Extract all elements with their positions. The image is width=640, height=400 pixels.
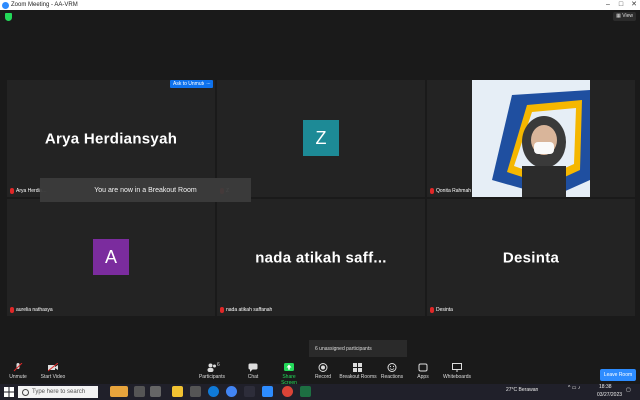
apps-icon [418,363,428,372]
record-icon [318,363,328,372]
mic-muted-icon [430,307,434,313]
tray-icons[interactable]: ^ ▭ ♪ [568,385,582,394]
chat-button[interactable]: Chat [244,363,262,380]
task-view-icon[interactable] [134,386,145,397]
participant-nametag: Desinta [430,307,453,313]
participant-tile-aurelia[interactable]: A aurelia nathasya [6,198,216,317]
participant-display-name: Desinta [502,249,560,266]
zoom-logo-icon [2,1,9,9]
meeting-toolbar: Unmute Start Video Participants 6 Chat S… [0,362,640,386]
unassigned-participants-popup[interactable]: 6 unassigned participants [309,340,407,357]
taskbar-search-box[interactable]: Type here to search [18,386,98,398]
maximize-icon[interactable]: □ [615,0,627,10]
mic-muted-icon [13,363,23,372]
share-screen-icon [284,363,294,371]
start-video-button[interactable]: Start Video [40,363,66,380]
minimize-icon[interactable]: – [602,0,614,10]
widget-icon[interactable] [110,386,128,397]
ask-to-unmute-button[interactable]: Ask to Unmute [170,80,209,88]
breakout-rooms-icon [353,363,362,372]
clock-time[interactable]: 18:38 [599,384,612,390]
notification-icon[interactable]: ▢ [626,387,631,393]
breakout-room-banner: You are now in a Breakout Room [40,178,251,202]
mic-muted-icon [10,188,14,194]
breakout-rooms-button[interactable]: Breakout Rooms [339,363,377,380]
app-icon[interactable] [150,386,161,397]
participants-icon [207,363,216,372]
participants-button[interactable]: Participants [198,363,226,380]
participant-nametag: Qonita Rahmah [430,188,471,194]
mic-muted-icon [10,307,14,313]
view-button[interactable]: ▦ View [613,12,636,21]
record-button[interactable]: Record [312,363,334,380]
zoom-app-icon[interactable] [262,386,273,397]
mail-icon[interactable] [190,386,201,397]
participant-tile-qonita[interactable]: Qonita Rahmah [426,79,636,198]
clock-date[interactable]: 03/27/2023 [597,392,622,398]
more-options-button[interactable]: ... [204,80,213,88]
app-icon[interactable] [244,386,255,397]
chrome-profile-icon[interactable] [282,386,293,397]
participant-nametag: nada atikah saffanah [220,307,272,313]
video-off-icon [48,363,58,372]
participant-display-name: nada atikah saff... [255,249,387,266]
window-titlebar: Zoom Meeting - AA-VRM – □ ✕ [0,0,640,10]
security-shield-icon[interactable] [5,13,12,21]
edge-icon[interactable] [208,386,219,397]
file-explorer-icon[interactable] [172,386,183,397]
mic-muted-icon [430,188,434,194]
window-title: Zoom Meeting - AA-VRM [11,2,78,8]
participants-count: 6 [217,362,220,368]
participant-display-name: Arya Herdiansyah [44,130,178,147]
unmute-button[interactable]: Unmute [8,363,28,380]
participant-tile-desinta[interactable]: Desinta Desinta [426,198,636,317]
participant-nametag: aurelia nathasya [10,307,53,313]
participant-tile-nada[interactable]: nada atikah saff... nada atikah saffanah [216,198,426,317]
whiteboard-icon [452,363,462,372]
mic-muted-icon [220,307,224,313]
chrome-icon[interactable] [226,386,237,397]
excel-icon[interactable] [300,386,311,397]
participant-video-feed [472,80,590,197]
participant-avatar: Z [303,120,339,156]
whiteboards-button[interactable]: Whiteboards [441,363,473,380]
share-screen-button[interactable]: Share Screen [274,363,304,386]
chat-icon [248,363,258,372]
leave-room-button[interactable]: Leave Room [600,369,636,381]
search-icon [22,389,29,396]
close-icon[interactable]: ✕ [628,0,640,10]
smiley-icon [387,363,397,372]
apps-button[interactable]: Apps [415,363,431,380]
reactions-button[interactable]: Reactions [380,363,404,380]
windows-taskbar: Type here to search 27°C Berawan ^ ▭ ♪ 1… [0,384,640,400]
meeting-topbar: ▦ View [0,10,640,24]
windows-start-icon[interactable] [4,387,14,397]
participant-avatar: A [93,239,129,275]
weather-widget[interactable]: 27°C Berawan [506,387,538,393]
